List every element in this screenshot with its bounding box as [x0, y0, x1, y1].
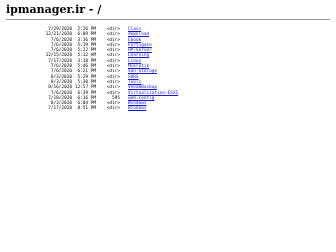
title-divider — [6, 19, 330, 20]
entry-link[interactable]: Windows — [128, 106, 147, 111]
page-title: ipmanager.ir - / — [6, 3, 102, 16]
entry-type: <dir> — [106, 106, 120, 112]
entry-time: 8:51 PM — [77, 106, 96, 112]
entry-date: 7/17/2020 — [48, 106, 72, 112]
